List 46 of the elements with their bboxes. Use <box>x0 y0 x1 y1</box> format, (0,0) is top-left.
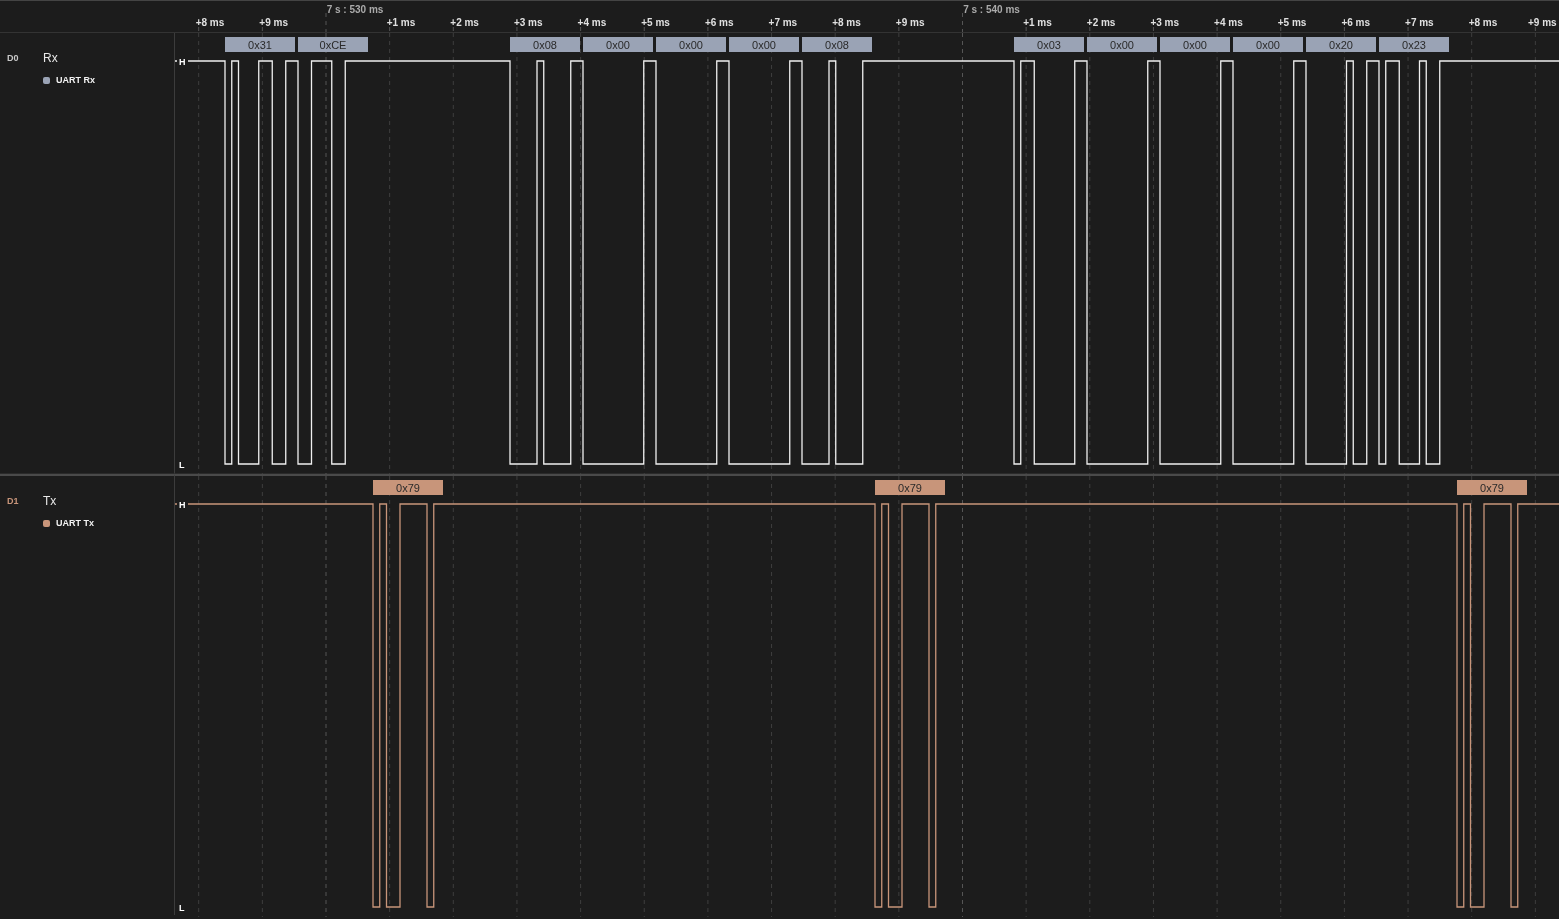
channel-id: D0 <box>7 53 20 63</box>
timestamp-label: 7 s : 530 ms <box>326 4 384 15</box>
time-label: +7 ms <box>768 17 798 28</box>
decoded-value[interactable]: 0x00 <box>583 37 653 52</box>
decoded-value[interactable]: 0x79 <box>875 480 945 495</box>
time-label: +1 ms <box>386 17 416 28</box>
channel-name[interactable]: Tx <box>43 494 57 508</box>
decoded-value[interactable]: 0x00 <box>1233 37 1303 52</box>
time-label: +7 ms <box>1405 17 1434 28</box>
time-label: +5 ms <box>641 17 670 28</box>
decoded-value[interactable]: 0x20 <box>1306 37 1376 52</box>
decoded-value[interactable]: 0x00 <box>1160 37 1230 52</box>
level-marker: L <box>177 901 188 913</box>
time-label: +2 ms <box>450 17 479 28</box>
time-label: +6 ms <box>1341 17 1371 28</box>
decoded-value[interactable]: 0x00 <box>1087 37 1157 52</box>
decoded-value[interactable]: 0x79 <box>1457 480 1527 495</box>
analyzer-name[interactable]: UART Rx <box>56 75 95 85</box>
decoded-value[interactable]: 0x23 <box>1379 37 1449 52</box>
time-label: +5 ms <box>1277 17 1307 28</box>
timestamp-label: 7 s : 540 ms <box>963 4 1020 15</box>
decoded-value[interactable]: 0x00 <box>729 37 799 52</box>
time-label: +8 ms <box>1468 17 1498 28</box>
time-label: +1 ms <box>1023 17 1052 28</box>
decoded-value[interactable]: 0x03 <box>1014 37 1084 52</box>
time-label: +4 ms <box>577 17 607 28</box>
decoded-value[interactable]: 0x08 <box>510 37 580 52</box>
decoded-value[interactable]: 0x79 <box>373 480 443 495</box>
time-label: +9 ms <box>1528 17 1557 28</box>
time-label: +8 ms <box>195 17 225 28</box>
time-label: +3 ms <box>1150 17 1180 28</box>
decoded-value[interactable]: 0x31 <box>225 37 295 52</box>
channel-id: D1 <box>7 496 20 506</box>
level-marker: L <box>177 458 188 470</box>
time-label: +6 ms <box>704 17 734 28</box>
time-label: +9 ms <box>259 17 288 28</box>
decoded-value[interactable]: 0x08 <box>802 37 872 52</box>
time-label: +4 ms <box>1214 17 1243 28</box>
decoded-value[interactable]: 0x00 <box>656 37 726 52</box>
time-label: +2 ms <box>1086 17 1116 28</box>
channel-name[interactable]: Rx <box>43 51 58 65</box>
analyzer-name[interactable]: UART Tx <box>56 518 94 528</box>
time-label: +8 ms <box>832 17 861 28</box>
time-label: +3 ms <box>513 17 543 28</box>
decoded-value[interactable]: 0xCE <box>298 37 368 52</box>
time-label: +9 ms <box>895 17 925 28</box>
